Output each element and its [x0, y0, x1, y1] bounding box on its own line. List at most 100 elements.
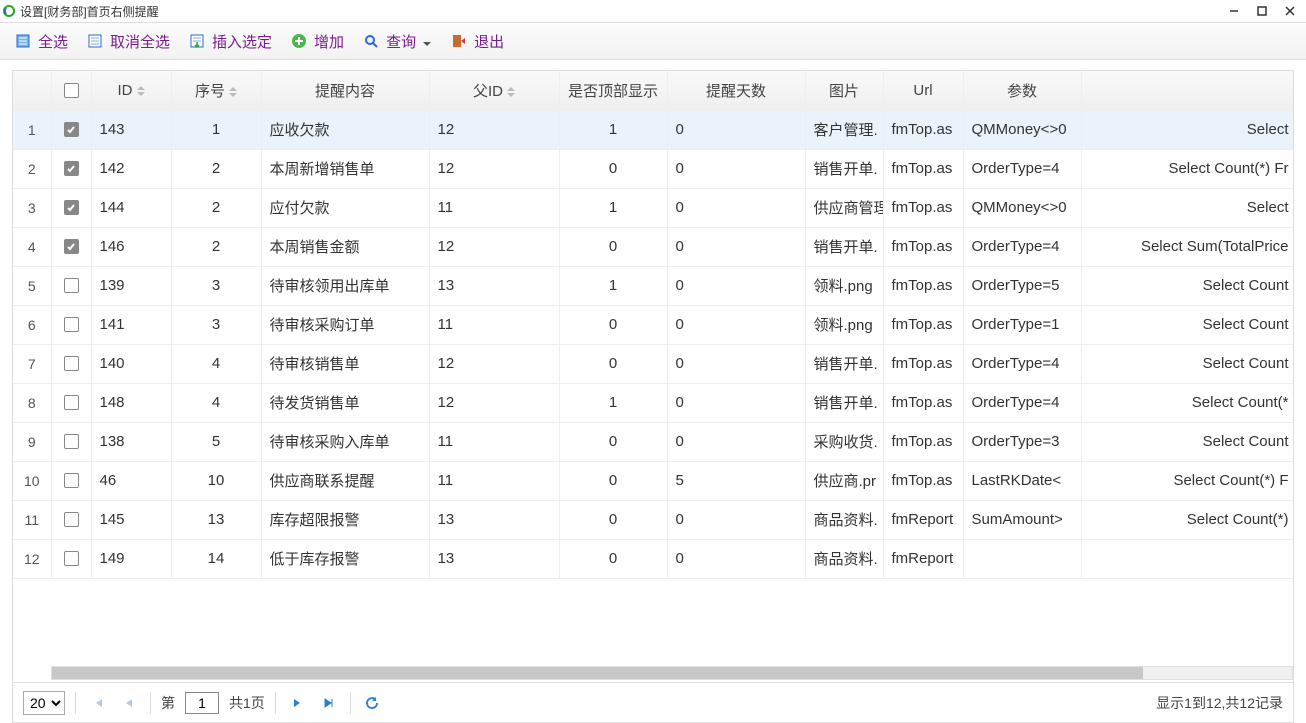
cell-url: fmTop.as: [883, 461, 963, 500]
row-checkbox[interactable]: [64, 512, 79, 527]
refresh-button[interactable]: [361, 692, 383, 714]
table-row[interactable]: 1214914低于库存报警1300商品资料.fmReport: [13, 539, 1293, 578]
col-header-id[interactable]: ID: [91, 71, 171, 110]
next-page-button[interactable]: [286, 692, 308, 714]
row-checkbox[interactable]: [64, 551, 79, 566]
cell-last: Select Count(*): [1081, 500, 1293, 539]
exit-button[interactable]: 退出: [450, 31, 504, 52]
cell-param: OrderType=4: [963, 227, 1081, 266]
close-button[interactable]: [1276, 1, 1304, 21]
cell-seq: 14: [171, 539, 261, 578]
col-header-checkbox[interactable]: [51, 71, 91, 110]
last-page-button[interactable]: [318, 692, 340, 714]
row-checkbox-cell: [51, 383, 91, 422]
cell-content: 供应商联系提醒: [261, 461, 429, 500]
table-row[interactable]: 104610供应商联系提醒1105供应商.prfmTop.asLastRKDat…: [13, 461, 1293, 500]
cell-pid: 11: [429, 461, 559, 500]
cell-content: 库存超限报警: [261, 500, 429, 539]
cell-seq: 1: [171, 110, 261, 149]
table-row[interactable]: 91385待审核采购入库单1100采购收货.fmTop.asOrderType=…: [13, 422, 1293, 461]
row-checkbox[interactable]: [64, 317, 79, 332]
cell-img: 领料.png: [805, 266, 883, 305]
row-checkbox[interactable]: [64, 239, 79, 254]
page-number-input[interactable]: [185, 692, 219, 714]
cell-id: 148: [91, 383, 171, 422]
query-label: 查询: [386, 31, 416, 52]
cell-pid: 12: [429, 110, 559, 149]
first-page-button[interactable]: [86, 692, 108, 714]
col-header-rownum[interactable]: [13, 71, 51, 110]
row-checkbox-cell: [51, 305, 91, 344]
row-number: 3: [13, 188, 51, 227]
table-row[interactable]: 31442应付欠款1110供应商管理fmTop.asQMMoney<>0Sele…: [13, 188, 1293, 227]
row-checkbox[interactable]: [64, 356, 79, 371]
row-checkbox-cell: [51, 227, 91, 266]
table-row[interactable]: 81484待发货销售单1210销售开单.fmTop.asOrderType=4S…: [13, 383, 1293, 422]
cell-content: 待审核领用出库单: [261, 266, 429, 305]
cell-param: LastRKDate<: [963, 461, 1081, 500]
col-header-last[interactable]: [1081, 71, 1293, 110]
minimize-button[interactable]: [1220, 1, 1248, 21]
row-checkbox[interactable]: [64, 473, 79, 488]
table-row[interactable]: 41462本周销售金额1200销售开单.fmTop.asOrderType=4S…: [13, 227, 1293, 266]
table-row[interactable]: 21422本周新增销售单1200销售开单.fmTop.asOrderType=4…: [13, 149, 1293, 188]
cell-url: fmTop.as: [883, 188, 963, 227]
cell-days: 0: [667, 227, 805, 266]
cell-seq: 2: [171, 188, 261, 227]
row-checkbox[interactable]: [64, 434, 79, 449]
select-all-button[interactable]: 全选: [14, 31, 68, 52]
cell-content: 低于库存报警: [261, 539, 429, 578]
cell-img: 领料.png: [805, 305, 883, 344]
col-header-top[interactable]: 是否顶部显示: [559, 71, 667, 110]
cell-pid: 13: [429, 539, 559, 578]
table-row[interactable]: 11431应收欠款1210客户管理.fmTop.asQMMoney<>0Sele…: [13, 110, 1293, 149]
col-header-content[interactable]: 提醒内容: [261, 71, 429, 110]
cell-last: Select Count: [1081, 305, 1293, 344]
col-header-days[interactable]: 提醒天数: [667, 71, 805, 110]
table-header-row: ID 序号 提醒内容 父ID 是否顶部显示 提醒天数 图片 Url 参数: [13, 71, 1293, 110]
col-header-pid[interactable]: 父ID: [429, 71, 559, 110]
col-header-param[interactable]: 参数: [963, 71, 1081, 110]
deselect-all-button[interactable]: 取消全选: [86, 31, 170, 52]
cell-pid: 11: [429, 305, 559, 344]
cell-pid: 12: [429, 383, 559, 422]
search-icon: [362, 32, 380, 50]
horizontal-scrollbar[interactable]: [13, 664, 1293, 682]
row-number: 9: [13, 422, 51, 461]
cell-days: 0: [667, 149, 805, 188]
cell-content: 待审核采购订单: [261, 305, 429, 344]
cell-url: fmTop.as: [883, 149, 963, 188]
add-button[interactable]: 增加: [290, 31, 344, 52]
table-row[interactable]: 1114513库存超限报警1300商品资料.fmReportSumAmount>…: [13, 500, 1293, 539]
row-checkbox[interactable]: [64, 161, 79, 176]
maximize-button[interactable]: [1248, 1, 1276, 21]
cell-pid: 11: [429, 422, 559, 461]
row-number: 1: [13, 110, 51, 149]
cell-param: OrderType=5: [963, 266, 1081, 305]
table-row[interactable]: 71404待审核销售单1200销售开单.fmTop.asOrderType=4S…: [13, 344, 1293, 383]
row-number: 4: [13, 227, 51, 266]
table-row[interactable]: 51393待审核领用出库单1310领料.pngfmTop.asOrderType…: [13, 266, 1293, 305]
page-size-select[interactable]: 20: [23, 691, 65, 715]
table-row[interactable]: 61413待审核采购订单1100领料.pngfmTop.asOrderType=…: [13, 305, 1293, 344]
row-checkbox-cell: [51, 149, 91, 188]
col-header-img[interactable]: 图片: [805, 71, 883, 110]
cell-content: 待审核销售单: [261, 344, 429, 383]
query-button[interactable]: 查询: [362, 31, 432, 52]
row-checkbox[interactable]: [64, 200, 79, 215]
prev-page-button[interactable]: [118, 692, 140, 714]
row-checkbox[interactable]: [64, 122, 79, 137]
row-checkbox[interactable]: [64, 395, 79, 410]
row-checkbox[interactable]: [64, 278, 79, 293]
scrollbar-thumb[interactable]: [52, 667, 1143, 679]
insert-selected-button[interactable]: 插入选定: [188, 31, 272, 52]
cell-img: 商品资料.: [805, 500, 883, 539]
cell-last: Select Count: [1081, 266, 1293, 305]
row-checkbox-cell: [51, 188, 91, 227]
row-number: 10: [13, 461, 51, 500]
header-checkbox[interactable]: [64, 83, 79, 98]
col-header-url[interactable]: Url: [883, 71, 963, 110]
cell-img: 供应商.pr: [805, 461, 883, 500]
col-header-seq[interactable]: 序号: [171, 71, 261, 110]
cell-top: 0: [559, 149, 667, 188]
